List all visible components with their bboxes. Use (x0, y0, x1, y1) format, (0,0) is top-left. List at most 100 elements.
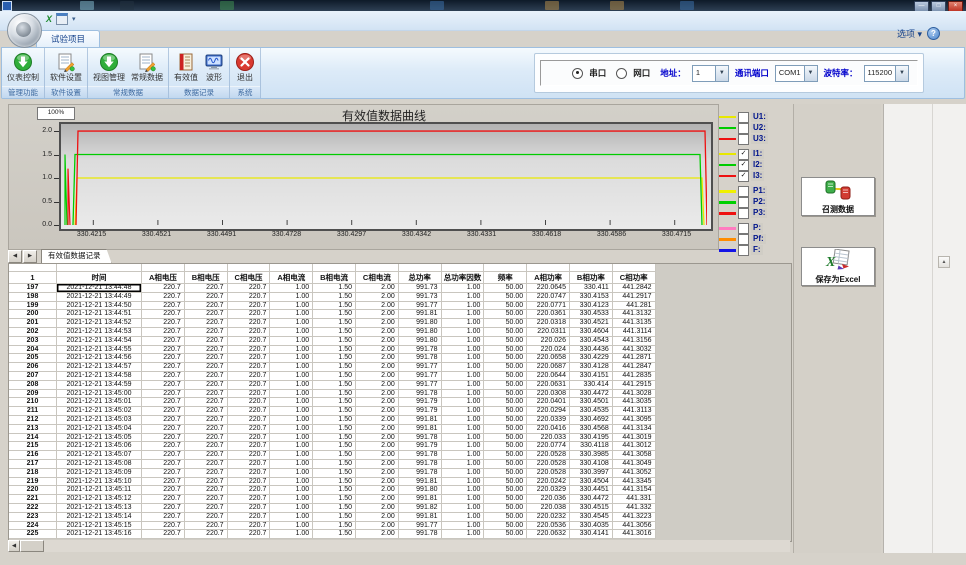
value-cell[interactable]: 330.4195 (570, 434, 613, 443)
time-cell[interactable]: 2021-12-21 13:45:14 (57, 513, 142, 522)
legend-checkbox[interactable] (738, 123, 749, 134)
value-cell[interactable]: 1.00 (442, 337, 485, 346)
legend-checkbox[interactable]: ✓ (738, 171, 749, 182)
time-cell[interactable]: 2021-12-21 13:45:06 (57, 442, 142, 451)
value-cell[interactable]: 220.7 (228, 328, 271, 337)
value-cell[interactable]: 220.7 (228, 416, 271, 425)
legend-checkbox[interactable] (738, 234, 749, 245)
value-cell[interactable]: 1.00 (442, 293, 485, 302)
column-header[interactable]: C相电流 (356, 272, 399, 284)
close-button[interactable]: × (948, 1, 963, 11)
value-cell[interactable]: 1.00 (270, 460, 313, 469)
value-cell[interactable]: 220.0294 (527, 407, 570, 416)
value-cell[interactable]: 1.00 (442, 486, 485, 495)
value-cell[interactable]: 220.7 (142, 372, 185, 381)
rms-record-button[interactable]: 有效值 (172, 50, 200, 85)
value-cell[interactable]: 2.00 (356, 310, 399, 319)
value-cell[interactable]: 220.7 (228, 434, 271, 443)
value-cell[interactable]: 50.00 (484, 451, 527, 460)
value-cell[interactable]: 1.50 (313, 434, 356, 443)
value-cell[interactable]: 1.00 (270, 398, 313, 407)
value-cell[interactable]: 330.411 (570, 284, 613, 293)
value-cell[interactable]: 50.00 (484, 416, 527, 425)
value-cell[interactable]: 330.4504 (570, 478, 613, 487)
value-cell[interactable]: 1.50 (313, 398, 356, 407)
spacer-cell[interactable] (142, 264, 185, 272)
value-cell[interactable]: 220.7 (228, 381, 271, 390)
value-cell[interactable]: 1.50 (313, 486, 356, 495)
value-cell[interactable]: 220.7 (142, 469, 185, 478)
value-cell[interactable]: 50.00 (484, 293, 527, 302)
serial-port-radio[interactable] (572, 68, 583, 79)
value-cell[interactable]: 991.77 (399, 363, 442, 372)
value-cell[interactable]: 1.00 (270, 469, 313, 478)
value-cell[interactable]: 1.00 (442, 495, 485, 504)
row-number-cell[interactable]: 221 (9, 495, 57, 504)
column-header[interactable]: 总功率因数 (442, 272, 485, 284)
value-cell[interactable]: 220.7 (185, 451, 228, 460)
value-cell[interactable]: 330.4229 (570, 354, 613, 363)
value-cell[interactable]: 1.00 (270, 486, 313, 495)
value-cell[interactable]: 220.7 (228, 469, 271, 478)
column-header[interactable]: B相电流 (313, 272, 356, 284)
options-menu[interactable]: 选项 ▾ (897, 27, 922, 40)
value-cell[interactable]: 220.0631 (527, 381, 570, 390)
value-cell[interactable]: 1.00 (442, 478, 485, 487)
row-number-cell[interactable]: 215 (9, 442, 57, 451)
time-cell[interactable]: 2021-12-21 13:44:53 (57, 328, 142, 337)
value-cell[interactable]: 2.00 (356, 293, 399, 302)
scroll-left-icon[interactable]: ◀ (8, 540, 20, 552)
value-cell[interactable]: 220.0416 (527, 425, 570, 434)
value-cell[interactable]: 991.81 (399, 425, 442, 434)
value-cell[interactable]: 220.7 (185, 284, 228, 293)
application-menu-orb[interactable] (7, 13, 42, 48)
legend-checkbox[interactable] (738, 112, 749, 123)
value-cell[interactable]: 2.00 (356, 504, 399, 513)
value-cell[interactable]: 220.7 (185, 346, 228, 355)
value-cell[interactable]: 220.0311 (527, 328, 570, 337)
value-cell[interactable]: 50.00 (484, 363, 527, 372)
value-cell[interactable]: 1.00 (442, 354, 485, 363)
time-cell[interactable]: 2021-12-21 13:45:08 (57, 460, 142, 469)
value-cell[interactable]: 220.7 (142, 513, 185, 522)
value-cell[interactable]: 1.00 (270, 434, 313, 443)
value-cell[interactable]: 1.00 (442, 522, 485, 531)
value-cell[interactable]: 1.00 (270, 381, 313, 390)
value-cell[interactable]: 2.00 (356, 451, 399, 460)
value-cell[interactable]: 991.78 (399, 390, 442, 399)
value-cell[interactable]: 220.7 (228, 504, 271, 513)
value-cell[interactable]: 220.036 (527, 495, 570, 504)
value-cell[interactable]: 1.00 (270, 337, 313, 346)
value-cell[interactable]: 2.00 (356, 319, 399, 328)
value-cell[interactable]: 1.50 (313, 390, 356, 399)
value-cell[interactable]: 220.7 (142, 522, 185, 531)
value-cell[interactable]: 441.3056 (613, 522, 656, 531)
value-cell[interactable]: 1.00 (270, 346, 313, 355)
time-cell[interactable]: 2021-12-21 13:45:07 (57, 451, 142, 460)
value-cell[interactable]: 441.3114 (613, 328, 656, 337)
column-header[interactable]: C相功率 (613, 272, 656, 284)
legend-checkbox[interactable]: ✓ (738, 149, 749, 160)
value-cell[interactable]: 220.7 (142, 390, 185, 399)
value-cell[interactable]: 220.7 (228, 398, 271, 407)
row-number-cell[interactable]: 214 (9, 434, 57, 443)
value-cell[interactable]: 1.50 (313, 425, 356, 434)
value-cell[interactable]: 330.4501 (570, 398, 613, 407)
value-cell[interactable]: 441.3019 (613, 434, 656, 443)
value-cell[interactable]: 220.7 (228, 460, 271, 469)
row-number-cell[interactable]: 225 (9, 530, 57, 539)
value-cell[interactable]: 441.3016 (613, 530, 656, 539)
value-cell[interactable]: 1.00 (442, 390, 485, 399)
value-cell[interactable]: 2.00 (356, 469, 399, 478)
row-number-cell[interactable]: 222 (9, 504, 57, 513)
value-cell[interactable]: 220.7 (185, 293, 228, 302)
value-cell[interactable]: 330.3985 (570, 451, 613, 460)
value-cell[interactable]: 441.281 (613, 302, 656, 311)
time-cell[interactable]: 2021-12-21 13:44:49 (57, 293, 142, 302)
value-cell[interactable]: 220.7 (228, 337, 271, 346)
value-cell[interactable]: 220.7 (185, 310, 228, 319)
value-cell[interactable]: 1.50 (313, 381, 356, 390)
value-cell[interactable]: 441.2917 (613, 293, 656, 302)
value-cell[interactable]: 991.77 (399, 381, 442, 390)
value-cell[interactable]: 220.7 (228, 495, 271, 504)
